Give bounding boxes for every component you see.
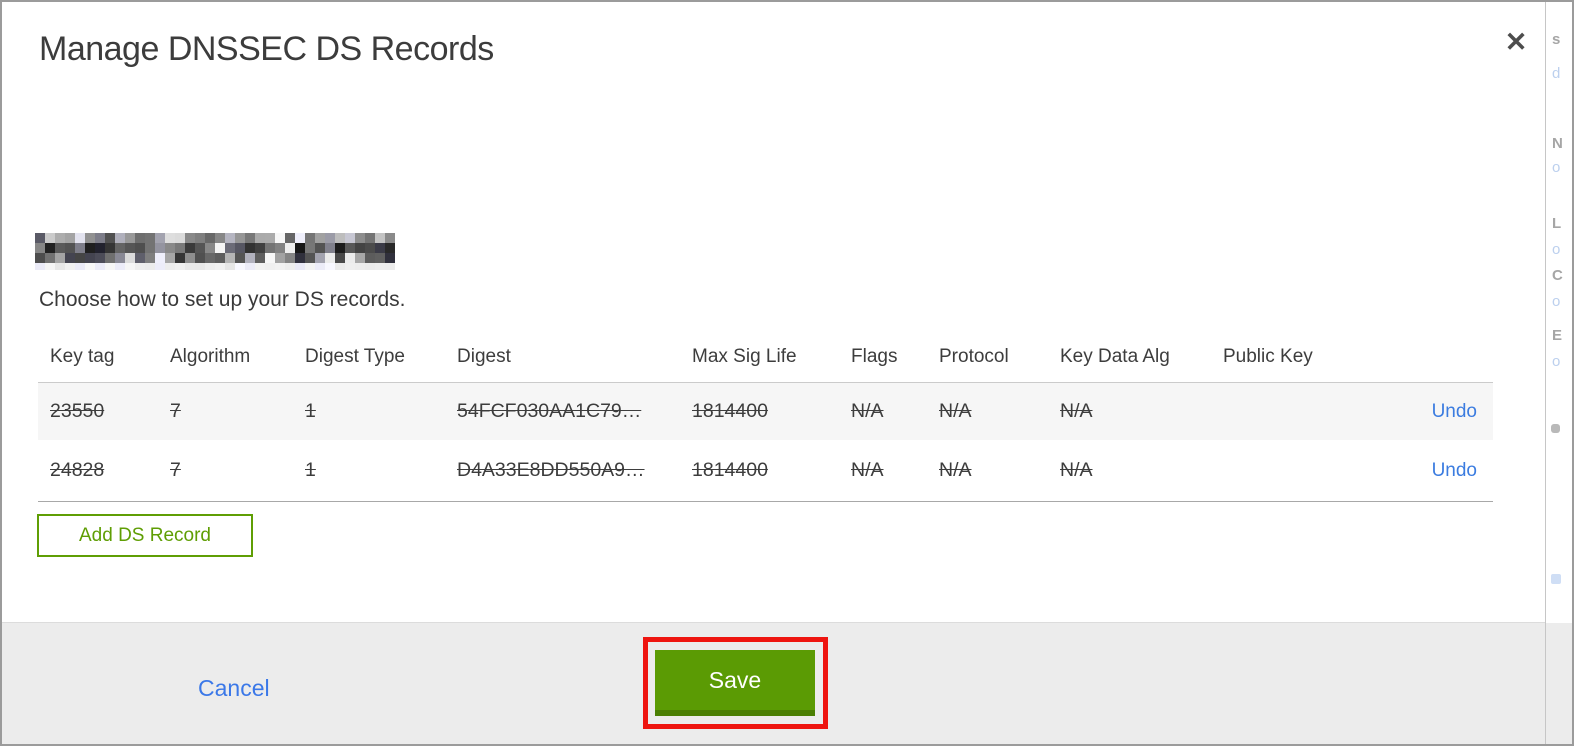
background-text-fragment: N <box>1552 135 1563 152</box>
column-header-algorithm: Algorithm <box>170 346 251 367</box>
dnssec-modal: Manage DNSSEC DS Records ✕ Choose how to… <box>0 0 1574 746</box>
save-button[interactable]: Save <box>655 650 815 716</box>
cell-action: Undo <box>1373 400 1493 423</box>
close-icon[interactable]: ✕ <box>1498 24 1534 60</box>
cell-key-data-alg: N/A <box>1060 400 1093 422</box>
modal-footer: Save Cancel <box>2 622 1545 744</box>
background-text-fragment: o <box>1552 241 1561 258</box>
background-text-fragment: o <box>1552 293 1561 310</box>
annotation-highlight-box: Save <box>643 637 828 729</box>
column-header-key-tag: Key tag <box>50 346 115 367</box>
background-mark-fragment <box>1551 574 1561 584</box>
cell-digest: 54FCF030AA1C79… <box>457 400 642 422</box>
cancel-link[interactable]: Cancel <box>198 675 270 702</box>
cell-digest-type: 1 <box>305 400 316 422</box>
cell-digest-type: 1 <box>305 459 316 481</box>
cell-action: Undo <box>1373 459 1493 482</box>
background-text-fragment: o <box>1552 353 1561 370</box>
cell-max-sig-life: 1814400 <box>692 459 768 481</box>
background-text-fragment: d <box>1552 65 1561 82</box>
background-text-fragment: L <box>1552 215 1562 232</box>
cell-protocol: N/A <box>939 459 972 481</box>
cell-key-data-alg: N/A <box>1060 459 1093 481</box>
background-text-fragment: C <box>1552 267 1563 284</box>
table-row: 24828 7 1 D4A33E8DD550A9… 1814400 N/A N/… <box>38 440 1493 502</box>
redacted-domain-name <box>35 233 395 270</box>
cell-protocol: N/A <box>939 400 972 422</box>
table-header-row: Key tag Algorithm Digest Type Digest Max… <box>38 332 1493 382</box>
cell-flags: N/A <box>851 400 884 422</box>
background-text-fragment: o <box>1552 159 1561 176</box>
cell-key-tag: 23550 <box>50 400 105 422</box>
column-header-max-sig-life: Max Sig Life <box>692 346 797 367</box>
background-text-fragment: s <box>1552 31 1561 48</box>
column-header-digest-type: Digest Type <box>305 346 405 367</box>
background-text-fragment: E <box>1552 327 1563 344</box>
background-bullet-fragment <box>1551 424 1560 433</box>
cell-algorithm: 7 <box>170 400 181 422</box>
modal-title: Manage DNSSEC DS Records <box>39 30 494 68</box>
cell-flags: N/A <box>851 459 884 481</box>
cell-digest: D4A33E8DD550A9… <box>457 459 645 481</box>
column-header-digest: Digest <box>457 346 511 367</box>
table-row: 23550 7 1 54FCF030AA1C79… 1814400 N/A N/… <box>38 382 1493 440</box>
column-header-public-key: Public Key <box>1223 346 1313 367</box>
cell-algorithm: 7 <box>170 459 181 481</box>
column-header-flags: Flags <box>851 346 898 367</box>
cell-max-sig-life: 1814400 <box>692 400 768 422</box>
instructions-text: Choose how to set up your DS records. <box>39 288 406 311</box>
cell-key-tag: 24828 <box>50 459 105 481</box>
undo-link[interactable]: Undo <box>1432 460 1477 481</box>
column-header-protocol: Protocol <box>939 346 1009 367</box>
ds-records-table: Key tag Algorithm Digest Type Digest Max… <box>38 332 1493 502</box>
add-ds-record-button[interactable]: Add DS Record <box>37 514 253 557</box>
background-footer-fragment <box>1546 623 1572 744</box>
undo-link[interactable]: Undo <box>1432 401 1477 422</box>
background-page-strip: sdNoLoCoEo <box>1545 2 1572 744</box>
column-header-key-data-alg: Key Data Alg <box>1060 346 1170 367</box>
